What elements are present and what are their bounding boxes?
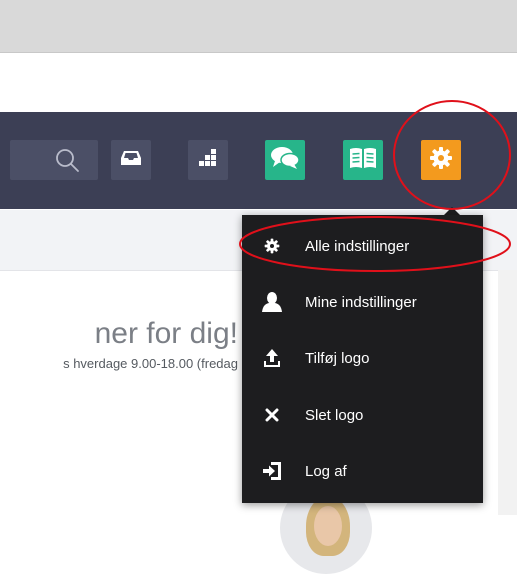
- menu-item-delete-logo[interactable]: Slet logo: [242, 387, 483, 443]
- menu-item-log-out[interactable]: Log af: [242, 443, 483, 499]
- menu-item-all-settings[interactable]: Alle indstillinger: [242, 218, 483, 274]
- search-icon[interactable]: [54, 147, 80, 178]
- scrollbar[interactable]: [498, 270, 517, 515]
- chat-button[interactable]: [265, 140, 305, 180]
- inbox-button[interactable]: [111, 140, 151, 180]
- chat-icon: [270, 145, 300, 176]
- menu-item-label: Tilføj logo: [305, 349, 370, 367]
- menu-item-label: Slet logo: [305, 406, 364, 424]
- menu-item-add-logo[interactable]: Tilføj logo: [242, 330, 483, 386]
- page-heading: ner for dig!: [6, 314, 238, 354]
- dashboard-button[interactable]: [188, 140, 228, 180]
- avatar-face: [314, 506, 342, 546]
- page-heading-text: ner for dig!: [94, 317, 238, 350]
- book-icon: [348, 146, 378, 175]
- settings-button[interactable]: [421, 140, 461, 180]
- book-button[interactable]: [343, 140, 383, 180]
- upload-icon: [261, 347, 283, 369]
- browser-top-bar: [0, 0, 517, 53]
- gear-icon: [429, 146, 453, 175]
- gear-icon: [261, 235, 283, 257]
- user-icon: [261, 291, 283, 313]
- close-icon: [261, 404, 283, 426]
- menu-item-label: Alle indstillinger: [305, 237, 410, 255]
- dashboard-icon: [197, 148, 219, 173]
- logout-icon: [261, 460, 283, 482]
- opening-hours-text: s hverdage 9.00-18.00 (fredag: [6, 354, 238, 374]
- search-area[interactable]: [10, 140, 98, 180]
- menu-item-my-settings[interactable]: Mine indstillinger: [242, 274, 483, 330]
- menu-item-label: Mine indstillinger: [305, 293, 417, 311]
- opening-hours-line: s hverdage 9.00-18.00 (fredag: [63, 356, 238, 371]
- inbox-icon: [120, 149, 142, 172]
- menu-item-label: Log af: [305, 462, 347, 480]
